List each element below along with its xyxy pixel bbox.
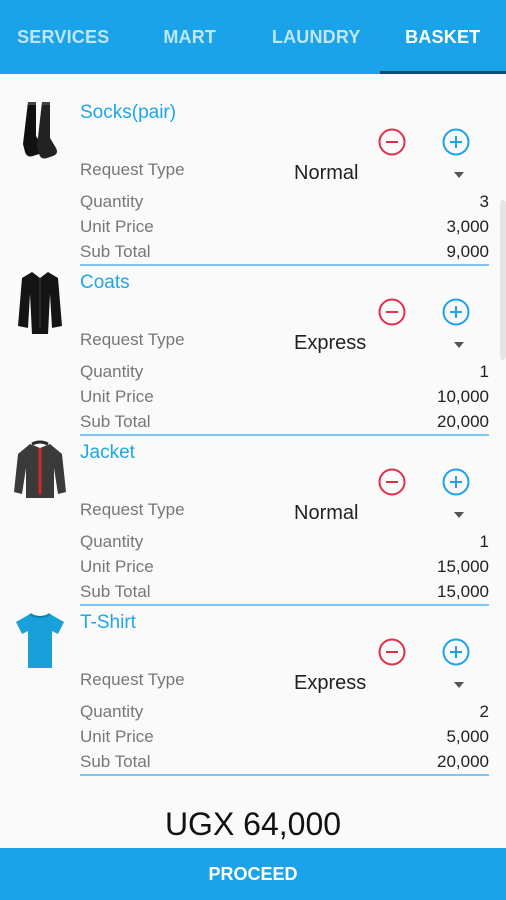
sub-total-value: 20,000 bbox=[437, 412, 489, 431]
decrease-button[interactable] bbox=[378, 468, 406, 496]
request-type-value: Normal bbox=[294, 162, 359, 184]
request-type-label: Request Type bbox=[80, 670, 185, 689]
plus-circle-icon bbox=[442, 128, 470, 156]
decrease-button[interactable] bbox=[378, 298, 406, 326]
sub-total-value: 9,000 bbox=[446, 242, 489, 261]
quantity-label: Quantity bbox=[80, 362, 144, 381]
sub-total-label: Sub Total bbox=[80, 242, 151, 261]
dropdown-arrow-icon bbox=[454, 342, 464, 348]
plus-circle-icon bbox=[442, 468, 470, 496]
minus-circle-icon bbox=[378, 128, 406, 156]
unit-price-label: Unit Price bbox=[80, 387, 154, 406]
sub-total-label: Sub Total bbox=[80, 412, 151, 431]
unit-price-row: Unit Price 5,000 bbox=[80, 727, 489, 747]
dropdown-arrow-icon bbox=[454, 512, 464, 518]
quantity-row: Quantity 3 bbox=[80, 192, 489, 212]
unit-price-label: Unit Price bbox=[80, 217, 154, 236]
dropdown-arrow-icon bbox=[454, 682, 464, 688]
decrease-button[interactable] bbox=[378, 638, 406, 666]
increase-button[interactable] bbox=[442, 128, 470, 156]
request-type-select[interactable]: Express bbox=[294, 332, 474, 358]
item-name: Coats bbox=[80, 272, 130, 293]
unit-price-label: Unit Price bbox=[80, 727, 154, 746]
basket-item: Jacket Request Type Normal Quantity 1 Un… bbox=[0, 438, 506, 608]
sub-total-label: Sub Total bbox=[80, 582, 151, 601]
quantity-value: 1 bbox=[479, 362, 489, 381]
item-divider bbox=[80, 774, 489, 776]
dropdown-arrow-icon bbox=[454, 172, 464, 178]
sub-total-value: 15,000 bbox=[437, 582, 489, 601]
quantity-row: Quantity 2 bbox=[80, 702, 489, 722]
sub-total-value: 20,000 bbox=[437, 752, 489, 771]
minus-circle-icon bbox=[378, 638, 406, 666]
request-type-label: Request Type bbox=[80, 330, 185, 349]
unit-price-value: 5,000 bbox=[446, 727, 489, 746]
quantity-label: Quantity bbox=[80, 702, 144, 721]
minus-circle-icon bbox=[378, 468, 406, 496]
tshirt-icon bbox=[16, 613, 64, 668]
request-type-select[interactable]: Normal bbox=[294, 502, 474, 528]
sub-total-row: Sub Total 20,000 bbox=[80, 752, 489, 772]
tab-basket[interactable]: BASKET bbox=[379, 0, 506, 74]
coat-icon bbox=[18, 272, 62, 334]
sub-total-row: Sub Total 20,000 bbox=[80, 412, 489, 432]
item-divider bbox=[80, 604, 489, 606]
request-type-value: Normal bbox=[294, 502, 359, 524]
tab-services[interactable]: SERVICES bbox=[0, 0, 127, 74]
unit-price-label: Unit Price bbox=[80, 557, 154, 576]
unit-price-row: Unit Price 3,000 bbox=[80, 217, 489, 237]
tab-bar: SERVICES MART LAUNDRY BASKET bbox=[0, 0, 506, 74]
item-name: Jacket bbox=[80, 442, 135, 463]
quantity-value: 2 bbox=[479, 702, 489, 721]
quantity-row: Quantity 1 bbox=[80, 362, 489, 382]
sub-total-label: Sub Total bbox=[80, 752, 151, 771]
jacket-icon bbox=[14, 440, 66, 498]
unit-price-value: 15,000 bbox=[437, 557, 489, 576]
quantity-value: 3 bbox=[479, 192, 489, 211]
basket-item: Coats Request Type Express Quantity 1 Un… bbox=[0, 268, 506, 438]
decrease-button[interactable] bbox=[378, 128, 406, 156]
quantity-value: 1 bbox=[479, 532, 489, 551]
item-name: Socks(pair) bbox=[80, 102, 177, 123]
request-type-value: Express bbox=[294, 332, 367, 354]
scrollbar[interactable] bbox=[500, 200, 506, 360]
sub-total-row: Sub Total 9,000 bbox=[80, 242, 489, 262]
item-divider bbox=[80, 264, 489, 266]
request-type-label: Request Type bbox=[80, 500, 185, 519]
request-type-select[interactable]: Express bbox=[294, 672, 474, 698]
tab-laundry[interactable]: LAUNDRY bbox=[253, 0, 380, 74]
basket-item: Socks(pair) Request Type Normal Quantity… bbox=[0, 98, 506, 268]
quantity-label: Quantity bbox=[80, 532, 144, 551]
item-name: T-Shirt bbox=[80, 612, 136, 633]
minus-circle-icon bbox=[378, 298, 406, 326]
request-type-label: Request Type bbox=[80, 160, 185, 179]
basket-total: UGX 64,000 bbox=[164, 806, 342, 842]
item-divider bbox=[80, 434, 489, 436]
socks-icon bbox=[23, 102, 57, 159]
proceed-button[interactable]: PROCEED bbox=[0, 848, 506, 900]
increase-button[interactable] bbox=[442, 298, 470, 326]
unit-price-row: Unit Price 10,000 bbox=[80, 387, 489, 407]
plus-circle-icon bbox=[442, 638, 470, 666]
sub-total-row: Sub Total 15,000 bbox=[80, 582, 489, 602]
increase-button[interactable] bbox=[442, 468, 470, 496]
increase-button[interactable] bbox=[442, 638, 470, 666]
request-type-select[interactable]: Normal bbox=[294, 162, 474, 188]
unit-price-value: 10,000 bbox=[437, 387, 489, 406]
basket-item: T-Shirt Request Type Express Quantity 2 … bbox=[0, 608, 506, 778]
request-type-value: Express bbox=[294, 672, 367, 694]
quantity-row: Quantity 1 bbox=[80, 532, 489, 552]
tab-mart[interactable]: MART bbox=[127, 0, 254, 74]
unit-price-row: Unit Price 15,000 bbox=[80, 557, 489, 577]
plus-circle-icon bbox=[442, 298, 470, 326]
unit-price-value: 3,000 bbox=[446, 217, 489, 236]
quantity-label: Quantity bbox=[80, 192, 144, 211]
